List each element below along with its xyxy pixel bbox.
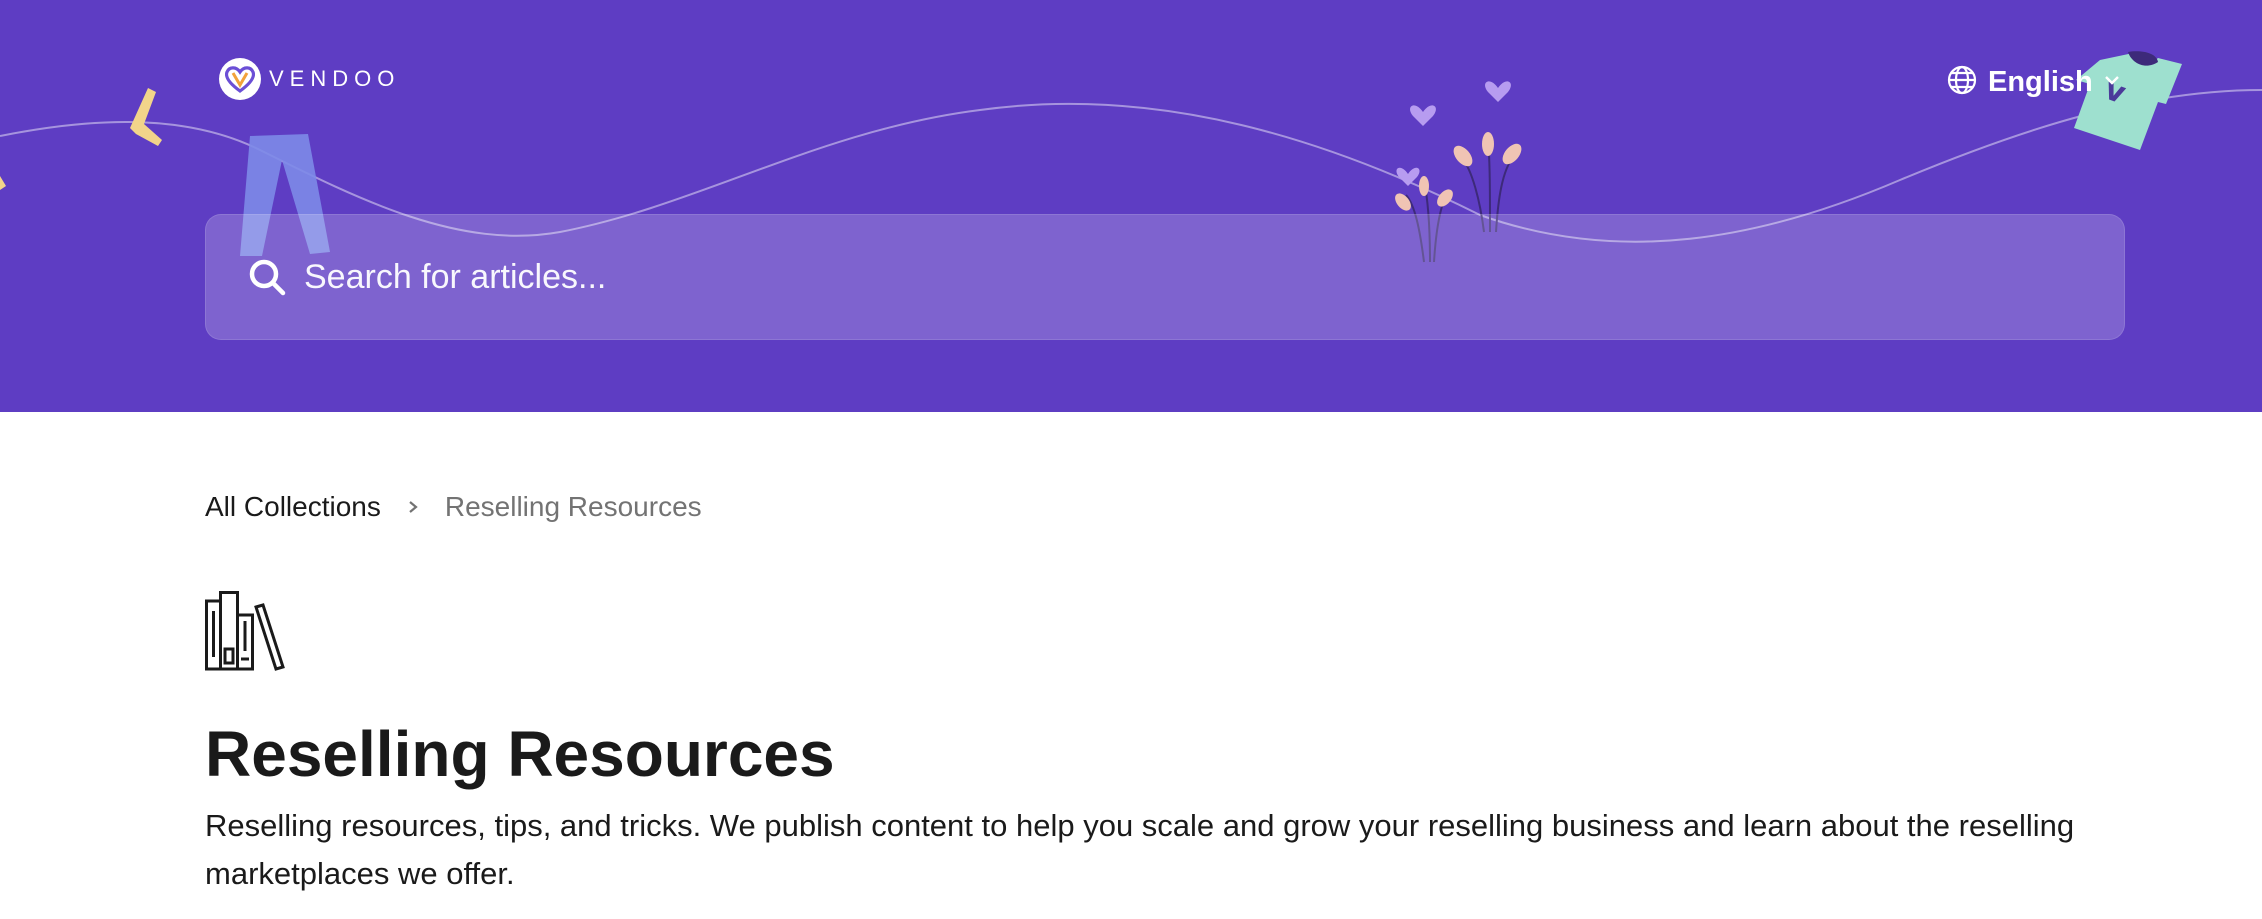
sandal-illustration [130, 88, 162, 146]
breadcrumb-current: Reselling Resources [444, 491, 702, 522]
breadcrumb-all-collections[interactable]: All Collections [205, 491, 381, 523]
vendoo-logo[interactable]: VENDOO [219, 58, 400, 100]
collection-description: Reselling resources, tips, and tricks. W… [205, 808, 2075, 891]
help-center-page: v VENDOO English Search for articles... … [0, 0, 2262, 919]
books-icon [205, 591, 285, 671]
search-input[interactable] [302, 246, 2124, 308]
search-icon [246, 256, 288, 298]
vendoo-heart-icon [219, 58, 261, 100]
chevron-right-icon [403, 497, 423, 517]
globe-icon [1946, 64, 1978, 101]
search-bar[interactable] [205, 214, 2125, 340]
breadcrumb: All Collections Reselling Resources [205, 487, 702, 527]
chevron-down-icon [2103, 71, 2121, 94]
collection-title: Reselling Resources [205, 718, 835, 790]
logo-wordmark: VENDOO [269, 66, 401, 91]
language-selector[interactable]: English [1946, 62, 2121, 102]
hero-header: v VENDOO English [0, 0, 2262, 412]
language-label: English [1988, 65, 2093, 98]
